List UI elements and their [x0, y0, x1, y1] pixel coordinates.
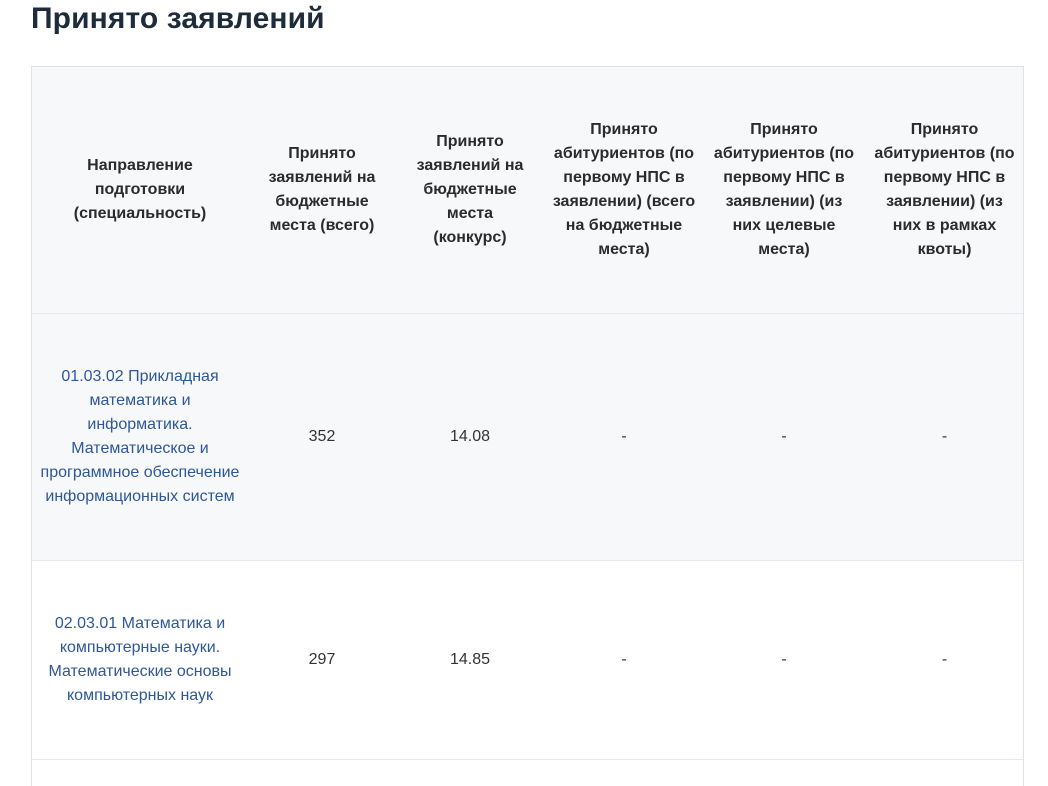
accepted-quota-cell: -: [864, 313, 1023, 561]
page-title: Принято заявлений: [31, 2, 325, 35]
accepted-total-cell: -: [544, 560, 704, 760]
accepted-targeted-cell: -: [704, 313, 864, 561]
competition-cell: 14.08: [396, 313, 544, 561]
table-header: Направление подготовки (специальность) П…: [32, 67, 1023, 314]
accepted-total-cell: -: [544, 313, 704, 561]
table-row: 01.03.02 Прикладная математика и информа…: [32, 313, 1023, 561]
program-cell: 01.03.02 Прикладная математика и информа…: [32, 313, 248, 561]
column-header-program: Направление подготовки (специальность): [32, 67, 248, 314]
total-cell: 352: [248, 313, 396, 561]
column-header-accepted-quota: Принято абитуриентов (по первому НПС в з…: [864, 67, 1023, 314]
total-cell: 297: [248, 560, 396, 760]
column-header-competition: Принято заявлений на бюджетные места (ко…: [396, 67, 544, 314]
column-header-accepted-total: Принято абитуриентов (по первому НПС в з…: [544, 67, 704, 314]
program-link[interactable]: 02.03.01 Математика и компьютерные науки…: [48, 615, 231, 704]
admissions-table: Направление подготовки (специальность) П…: [32, 67, 1023, 760]
program-cell: 02.03.01 Математика и компьютерные науки…: [32, 560, 248, 760]
table-row: 02.03.01 Математика и компьютерные науки…: [32, 560, 1023, 760]
program-link[interactable]: 01.03.02 Прикладная математика и информа…: [41, 368, 240, 505]
accepted-quota-cell: -: [864, 560, 1023, 760]
table-body: 01.03.02 Прикладная математика и информа…: [32, 313, 1023, 760]
column-header-total: Принято заявлений на бюджетные места (вс…: [248, 67, 396, 314]
column-header-accepted-targeted: Принято абитуриентов (по первому НПС в з…: [704, 67, 864, 314]
header-row: Направление подготовки (специальность) П…: [32, 67, 1023, 314]
competition-cell: 14.85: [396, 560, 544, 760]
admissions-table-container: Направление подготовки (специальность) П…: [31, 66, 1024, 786]
accepted-targeted-cell: -: [704, 560, 864, 760]
